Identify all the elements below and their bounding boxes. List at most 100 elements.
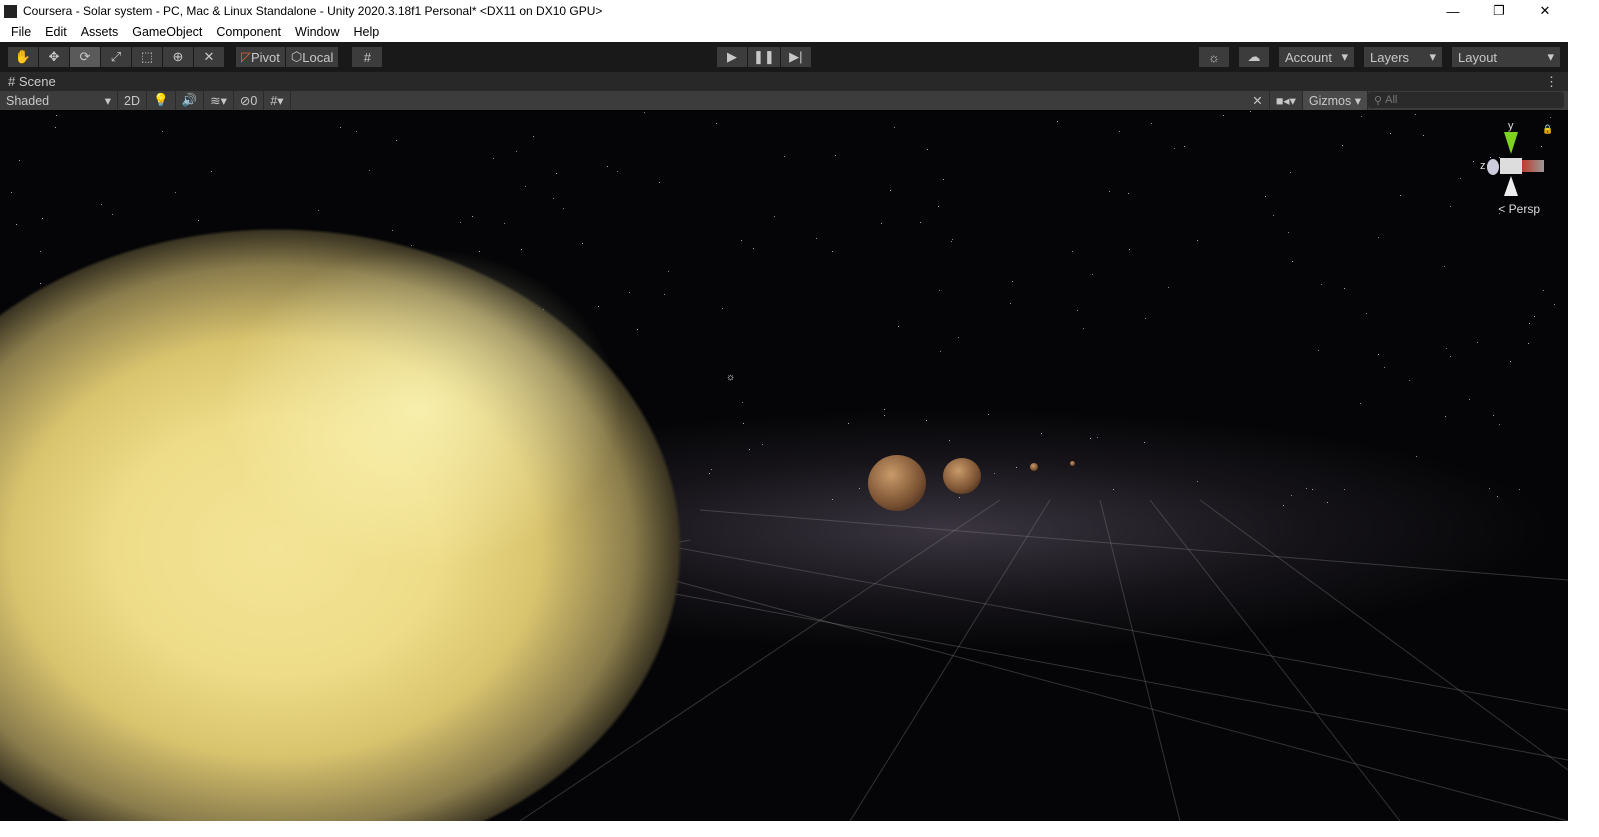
planet-sphere[interactable] [1030, 463, 1038, 471]
cloud-button[interactable]: ☁ [1239, 47, 1269, 67]
transform-tool-button[interactable]: ⊕ [163, 47, 193, 67]
local-toggle[interactable]: ⬡ Local [286, 47, 338, 67]
sun-icon: ☼ [1208, 50, 1220, 65]
scene-search-input[interactable]: ⚲ All [1368, 92, 1564, 108]
collab-button[interactable]: ☼ [1199, 47, 1229, 67]
scene-viewport[interactable]: ☼ y z 🔒 < Persp [0, 110, 1568, 821]
hand-tool-button[interactable]: ✋ [8, 47, 38, 67]
projection-toggle[interactable]: < Persp [1498, 202, 1540, 216]
step-button[interactable]: ▶| [781, 47, 811, 67]
layout-dropdown[interactable]: Layout ▾ [1452, 47, 1560, 67]
gizmos-dropdown[interactable]: Gizmos ▾ [1303, 91, 1368, 110]
planet-sphere[interactable] [868, 455, 926, 511]
chevron-down-icon: ▾ [221, 93, 227, 108]
move-tool-button[interactable]: ✥ [39, 47, 69, 67]
hidden-objects-toggle[interactable]: ⊘ 0 [234, 91, 264, 110]
light-icon[interactable]: ☼ [726, 372, 735, 383]
effects-dropdown[interactable]: ≋ ▾ [204, 91, 234, 110]
scene-toolbar: Shaded ▾ 2D 💡 🔊 ≋ ▾ ⊘ 0 # ▾ ✕ ■◂▾ Gizmos ▾… [0, 91, 1568, 110]
maximize-button[interactable]: ❐ [1476, 0, 1522, 22]
axis-z-label: z [1480, 160, 1486, 172]
z-axis-cone-icon [1487, 159, 1499, 175]
y-axis-cone-icon [1504, 132, 1518, 154]
lightbulb-icon: 💡 [153, 93, 169, 108]
menu-gameobject[interactable]: GameObject [125, 25, 209, 39]
scene-tab[interactable]: # Scene [8, 74, 56, 89]
grid-icon: # [270, 94, 277, 108]
lighting-toggle[interactable]: 💡 [147, 91, 176, 110]
sun-sphere[interactable] [0, 228, 682, 821]
neg-y-cone-icon [1504, 176, 1518, 196]
hand-icon: ✋ [15, 49, 31, 65]
pause-button[interactable]: ❚❚ [748, 47, 780, 67]
orientation-gizmo[interactable]: y z 🔒 [1480, 120, 1550, 215]
play-button[interactable]: ▶ [717, 47, 747, 67]
audio-toggle[interactable]: 🔊 [176, 91, 205, 110]
custom-tool-button[interactable]: ✕ [194, 47, 224, 67]
axis-y-label: y [1508, 120, 1514, 132]
2d-toggle[interactable]: 2D [118, 91, 147, 110]
rotate-tool-button[interactable]: ⟳ [70, 47, 100, 67]
grid-icon: # [8, 74, 19, 89]
menu-file[interactable]: File [4, 25, 38, 39]
main-toolbar: ✋ ✥ ⟳ ⤢ ⬚ ⊕ ✕ ◸ Pivot ⬡ Local # ▶ ❚❚ ▶| ☼ … [0, 42, 1568, 72]
layers-dropdown[interactable]: Layers ▾ [1364, 47, 1442, 67]
tools-icon: ✕ [204, 49, 215, 65]
grid-snap-icon: # [364, 50, 371, 65]
planet-sphere[interactable] [943, 458, 981, 494]
planet-sphere[interactable] [1070, 461, 1075, 466]
account-label: Account [1285, 50, 1332, 65]
lock-icon[interactable]: 🔒 [1542, 124, 1553, 135]
effects-icon: ≋ [210, 93, 220, 108]
more-options-icon[interactable]: ⋮ [1545, 74, 1558, 90]
transform-icon: ⊕ [173, 49, 184, 65]
camera-dropdown[interactable]: ■◂▾ [1270, 91, 1303, 110]
projection-label: Persp [1509, 202, 1540, 216]
title-bar: Coursera - Solar system - PC, Mac & Linu… [0, 0, 1568, 22]
search-placeholder: All [1385, 94, 1397, 106]
menu-help[interactable]: Help [346, 25, 386, 39]
layout-label: Layout [1458, 50, 1497, 65]
tools-button[interactable]: ✕ [1246, 91, 1269, 110]
cube-icon: ⬡ [291, 49, 302, 65]
chevron-down-icon: ▾ [1355, 93, 1361, 108]
chevron-down-icon: ▾ [105, 93, 111, 108]
step-icon: ▶| [789, 49, 802, 65]
scale-tool-button[interactable]: ⤢ [101, 47, 131, 67]
tools-icon: ✕ [1252, 93, 1262, 108]
layers-label: Layers [1370, 50, 1409, 65]
menu-component[interactable]: Component [209, 25, 288, 39]
chevron-down-icon: ▾ [277, 93, 283, 108]
chevron-down-icon: ▾ [1429, 49, 1436, 65]
scene-tab-label: Scene [19, 74, 56, 89]
grid-dropdown[interactable]: # ▾ [264, 91, 290, 110]
scale-icon: ⤢ [111, 49, 121, 65]
chevron-down-icon: ▾ [1341, 49, 1348, 65]
draw-mode-dropdown[interactable]: Shaded ▾ [0, 91, 118, 110]
unity-window: Coursera - Solar system - PC, Mac & Linu… [0, 0, 1568, 837]
x-axis-cone-icon [1522, 160, 1544, 172]
gizmos-label: Gizmos [1309, 94, 1351, 108]
hidden-count: 0 [250, 94, 257, 108]
grid-snap-button[interactable]: # [352, 47, 382, 67]
rotate-icon: ⟳ [80, 49, 91, 65]
minimize-button[interactable]: — [1430, 0, 1476, 22]
close-button[interactable]: ✕ [1522, 0, 1568, 22]
pivot-toggle[interactable]: ◸ Pivot [236, 47, 285, 67]
menu-bar: File Edit Assets GameObject Component Wi… [0, 22, 1568, 42]
pivot-label: Pivot [251, 50, 280, 65]
rect-icon: ⬚ [141, 49, 153, 65]
cloud-icon: ☁ [1248, 49, 1261, 65]
move-icon: ✥ [49, 49, 60, 65]
speaker-icon: 🔊 [182, 93, 198, 108]
account-dropdown[interactable]: Account ▾ [1279, 47, 1354, 67]
rect-tool-button[interactable]: ⬚ [132, 47, 162, 67]
gizmo-cube-icon [1500, 158, 1522, 174]
menu-assets[interactable]: Assets [74, 25, 126, 39]
camera-icon: ■◂▾ [1276, 93, 1296, 108]
eye-off-icon: ⊘ [240, 93, 250, 108]
scene-tab-bar: # Scene ⋮ [0, 72, 1568, 91]
menu-window[interactable]: Window [288, 25, 346, 39]
unity-icon [4, 5, 17, 18]
menu-edit[interactable]: Edit [38, 25, 74, 39]
